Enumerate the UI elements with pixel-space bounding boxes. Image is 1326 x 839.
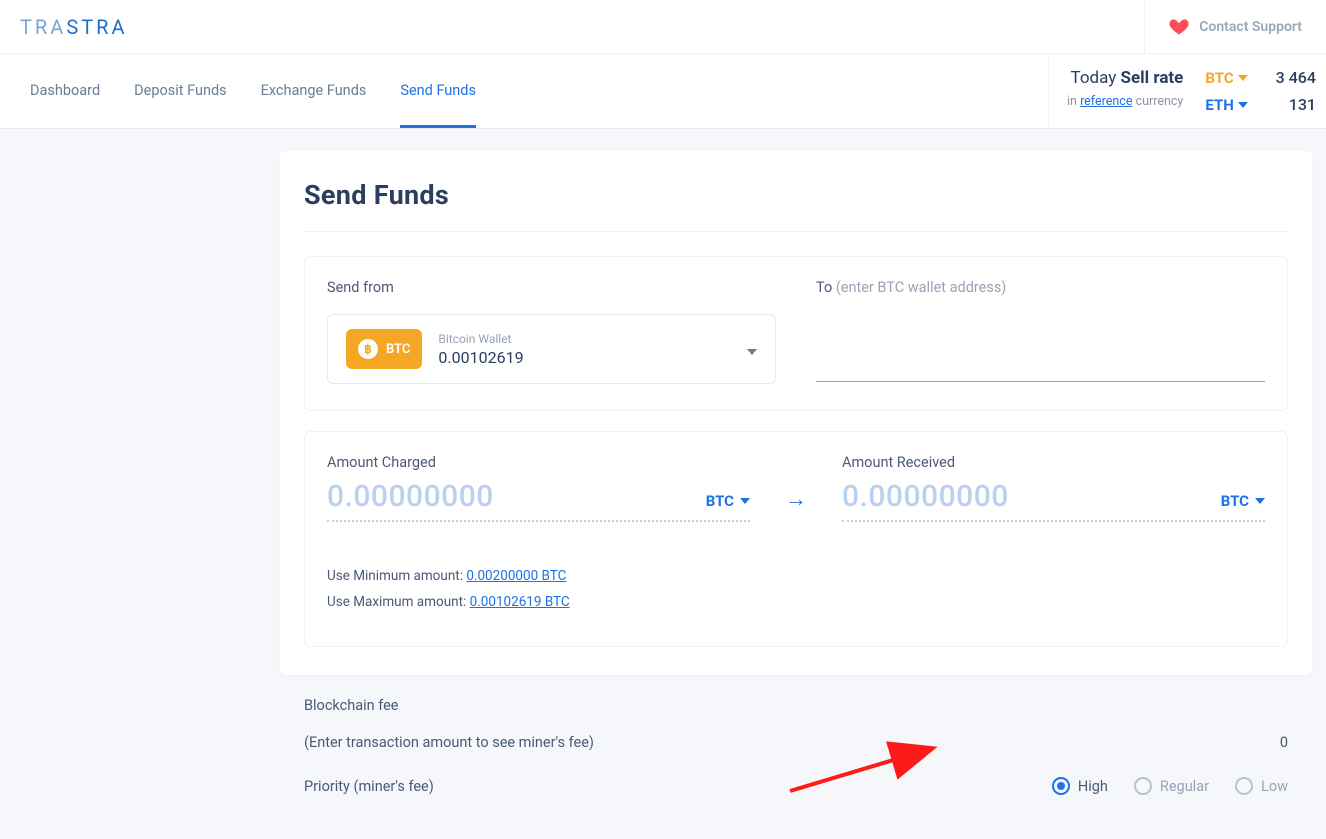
amount-received-label: Amount Received [842,454,1265,471]
chevron-down-icon [740,498,750,504]
priority-regular[interactable]: Regular [1134,777,1209,795]
to-address-input[interactable] [816,340,1265,382]
fee-hint: (Enter transaction amount to see miner's… [304,734,594,751]
rates-panel: Today Sell rate in reference currency BT… [1048,54,1326,128]
rates-subtitle: in reference currency [1067,94,1183,109]
priority-label: Priority (miner's fee) [304,778,434,795]
fee-section-label: Blockchain fee [304,697,1288,714]
tab-deposit-funds[interactable]: Deposit Funds [134,54,227,128]
wallet-name: Bitcoin Wallet [438,332,731,346]
reference-link[interactable]: reference [1080,94,1132,109]
rate-currency: BTC [1205,69,1247,87]
priority-radios: High Regular Low [1052,777,1288,795]
priority-high[interactable]: High [1052,777,1108,795]
page-title: Send Funds [304,179,1288,211]
radio-icon [1052,777,1070,795]
divider [304,231,1288,232]
heart-icon [1169,17,1189,37]
radio-icon [1235,777,1253,795]
tab-dashboard[interactable]: Dashboard [30,54,100,128]
radio-icon [1134,777,1152,795]
brand-right: STRA [66,15,127,39]
rate-value: 131 [1289,95,1316,114]
chevron-down-icon [1238,75,1248,81]
amount-charged-currency[interactable]: BTC [706,492,750,510]
tab-exchange-funds[interactable]: Exchange Funds [261,54,367,128]
rate-row-eth[interactable]: ETH 131 [1205,95,1316,114]
rates-title: Today Sell rate [1067,68,1183,88]
wallet-balance: 0.00102619 [438,348,731,367]
amount-received-currency[interactable]: BTC [1221,492,1265,510]
max-amount-link[interactable]: 0.00102619 BTC [470,594,570,610]
wallet-selector[interactable]: ฿ BTC Bitcoin Wallet 0.00102619 [327,314,776,384]
to-label: To (enter BTC wallet address) [816,279,1265,296]
nav-row: Dashboard Deposit Funds Exchange Funds Send… [0,54,1326,129]
max-amount-line: Use Maximum amount: 0.00102619 BTC [327,594,1265,610]
priority-low[interactable]: Low [1235,777,1288,795]
nav-tabs: Dashboard Deposit Funds Exchange Funds Send… [0,54,476,128]
send-from-label: Send from [327,279,776,296]
rate-row-btc[interactable]: BTC 3 464 [1205,68,1316,87]
brand-left: TRA [20,15,66,39]
fee-section: Blockchain fee (Enter transaction amount… [280,693,1312,799]
amount-charged-value[interactable]: 0.00000000 [327,479,494,514]
chevron-down-icon [1238,102,1248,108]
contact-support-button[interactable]: Contact Support [1144,0,1326,53]
bitcoin-icon: ฿ [358,339,378,359]
radio-label: High [1078,778,1108,795]
btc-badge: ฿ BTC [346,329,422,369]
topbar: TRASTRA Contact Support [0,0,1326,54]
arrow-right-icon: → [766,454,826,512]
radio-label: Regular [1160,778,1209,795]
rate-value: 3 464 [1276,68,1316,87]
from-to-panel: Send from ฿ BTC Bitcoin Wallet 0.0010261… [304,256,1288,411]
amount-received-value[interactable]: 0.00000000 [842,479,1009,514]
min-amount-line: Use Minimum amount: 0.00200000 BTC [327,568,1265,584]
fee-value: 0 [1280,734,1288,751]
min-amount-link[interactable]: 0.00200000 BTC [466,568,566,584]
support-label: Contact Support [1199,19,1302,35]
amount-panel: Amount Charged 0.00000000 BTC → Amount R… [304,431,1288,647]
rate-currency: ETH [1205,96,1247,114]
send-funds-card: Send Funds Send from ฿ BTC Bitcoin Walle… [280,151,1312,675]
radio-label: Low [1261,778,1288,795]
tab-send-funds[interactable]: Send Funds [400,54,476,128]
chevron-down-icon [747,340,757,359]
amount-charged-label: Amount Charged [327,454,750,471]
brand-logo[interactable]: TRASTRA [0,0,128,53]
chevron-down-icon [1255,498,1265,504]
